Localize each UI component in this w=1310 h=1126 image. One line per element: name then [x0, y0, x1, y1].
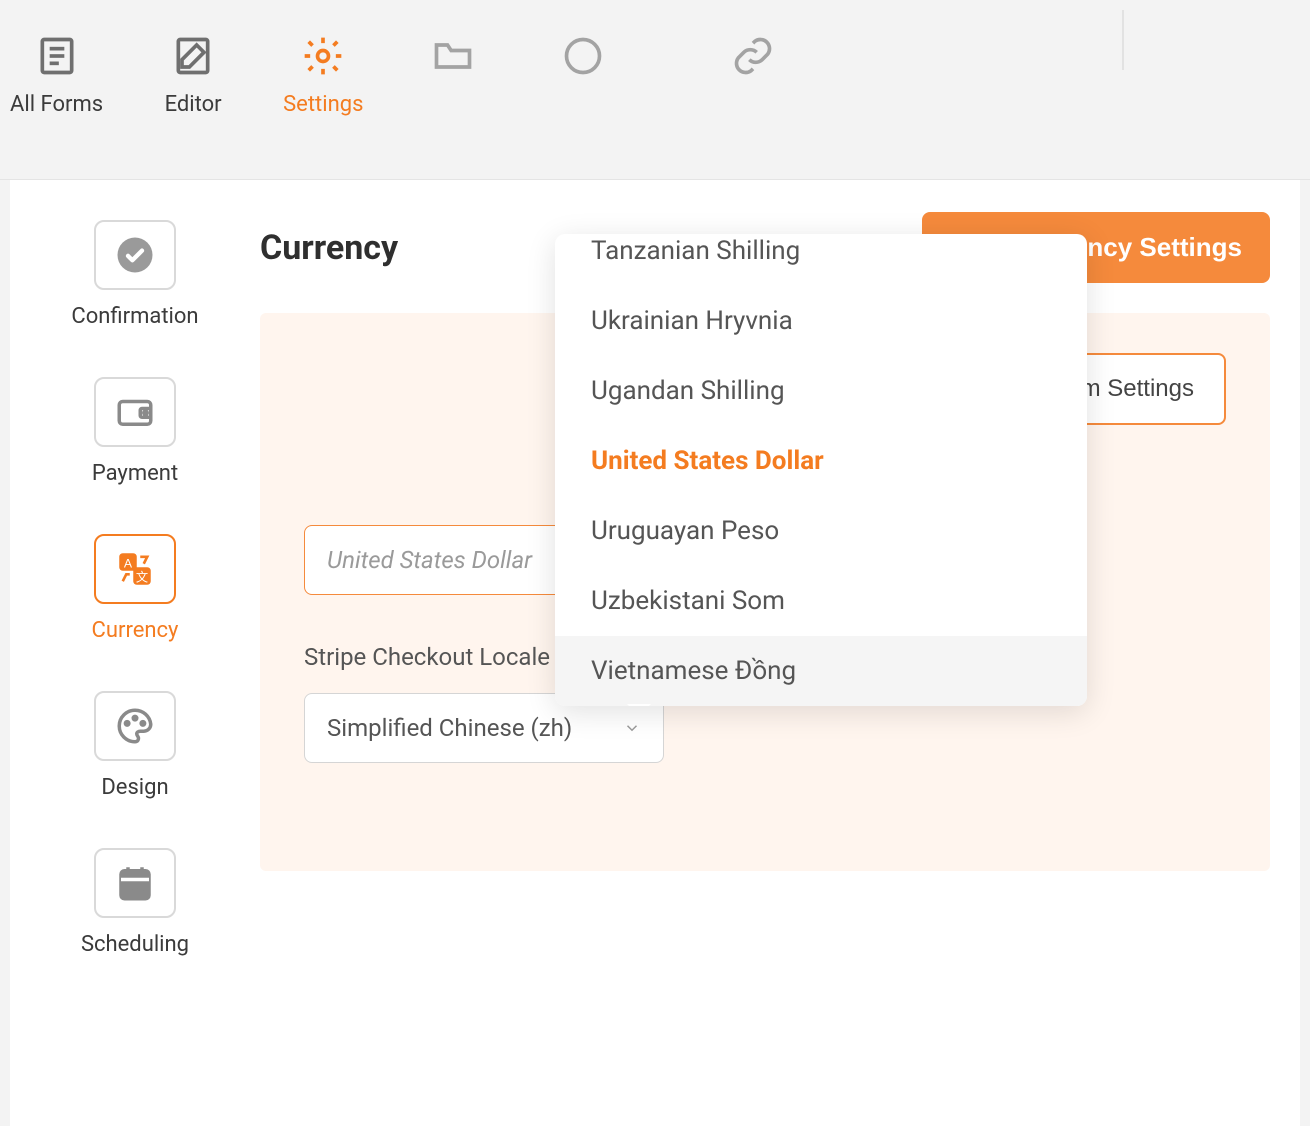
sidebar-label: Design	[101, 775, 168, 800]
nav-settings[interactable]: Settings	[283, 30, 363, 117]
sidebar-item-payment[interactable]: Payment	[92, 377, 178, 486]
link-icon	[731, 34, 775, 78]
dropdown-option[interactable]: Uruguayan Peso	[555, 496, 1087, 566]
settings-sidebar: Confirmation Payment A文 Currency Design …	[10, 180, 260, 1126]
nav-item-5[interactable]	[543, 30, 623, 92]
nav-label: Editor	[165, 92, 222, 117]
nav-editor[interactable]: Editor	[153, 30, 233, 117]
nav-label: All Forms	[10, 92, 103, 117]
content-area: Currency Save Currency Settings Custom S…	[260, 180, 1300, 1126]
currency-select-value: United States Dollar	[327, 546, 532, 574]
svg-text:A: A	[124, 556, 133, 570]
sidebar-label: Confirmation	[71, 304, 198, 329]
topbar-divider	[1122, 10, 1124, 70]
sidebar-label: Payment	[92, 461, 178, 486]
nav-item-4[interactable]	[413, 30, 493, 92]
topbar: All Forms Editor Settings	[0, 0, 1310, 180]
sidebar-label: Scheduling	[81, 932, 189, 957]
pencil-doc-icon	[171, 34, 215, 78]
currency-dropdown[interactable]: Tanzanian Shilling Ukrainian Hryvnia Uga…	[555, 234, 1087, 706]
dropdown-option[interactable]: Tanzanian Shilling	[555, 234, 1087, 286]
currency-dropdown-list: Tanzanian Shilling Ukrainian Hryvnia Uga…	[555, 234, 1087, 706]
locale-select-value: Simplified Chinese (zh)	[327, 714, 572, 742]
dropdown-option-hover[interactable]: Vietnamese Đồng	[555, 636, 1087, 706]
page-title: Currency	[260, 228, 398, 268]
gear-icon	[301, 34, 345, 78]
sidebar-item-design[interactable]: Design	[94, 691, 176, 800]
palette-icon	[94, 691, 176, 761]
calendar-icon	[94, 848, 176, 918]
translate-icon: A文	[94, 534, 176, 604]
sidebar-item-confirmation[interactable]: Confirmation	[71, 220, 198, 329]
sidebar-item-currency[interactable]: A文 Currency	[92, 534, 179, 643]
folder-icon	[431, 34, 475, 78]
chevron-down-icon	[623, 719, 641, 737]
circle-icon	[561, 34, 605, 78]
nav-label: Settings	[283, 92, 363, 117]
dropdown-option[interactable]: Uzbekistani Som	[555, 566, 1087, 636]
check-circle-icon	[94, 220, 176, 290]
wallet-icon	[94, 377, 176, 447]
dropdown-option[interactable]: Ugandan Shilling	[555, 356, 1087, 426]
list-icon	[35, 34, 79, 78]
page-body: Confirmation Payment A文 Currency Design …	[10, 180, 1300, 1126]
svg-text:文: 文	[136, 569, 148, 584]
nav-all-forms[interactable]: All Forms	[10, 30, 103, 117]
dropdown-option-selected[interactable]: United States Dollar	[555, 426, 1087, 496]
dropdown-option[interactable]: Ukrainian Hryvnia	[555, 286, 1087, 356]
sidebar-label: Currency	[92, 618, 179, 643]
nav-item-6[interactable]	[713, 30, 793, 92]
sidebar-item-scheduling[interactable]: Scheduling	[81, 848, 189, 957]
